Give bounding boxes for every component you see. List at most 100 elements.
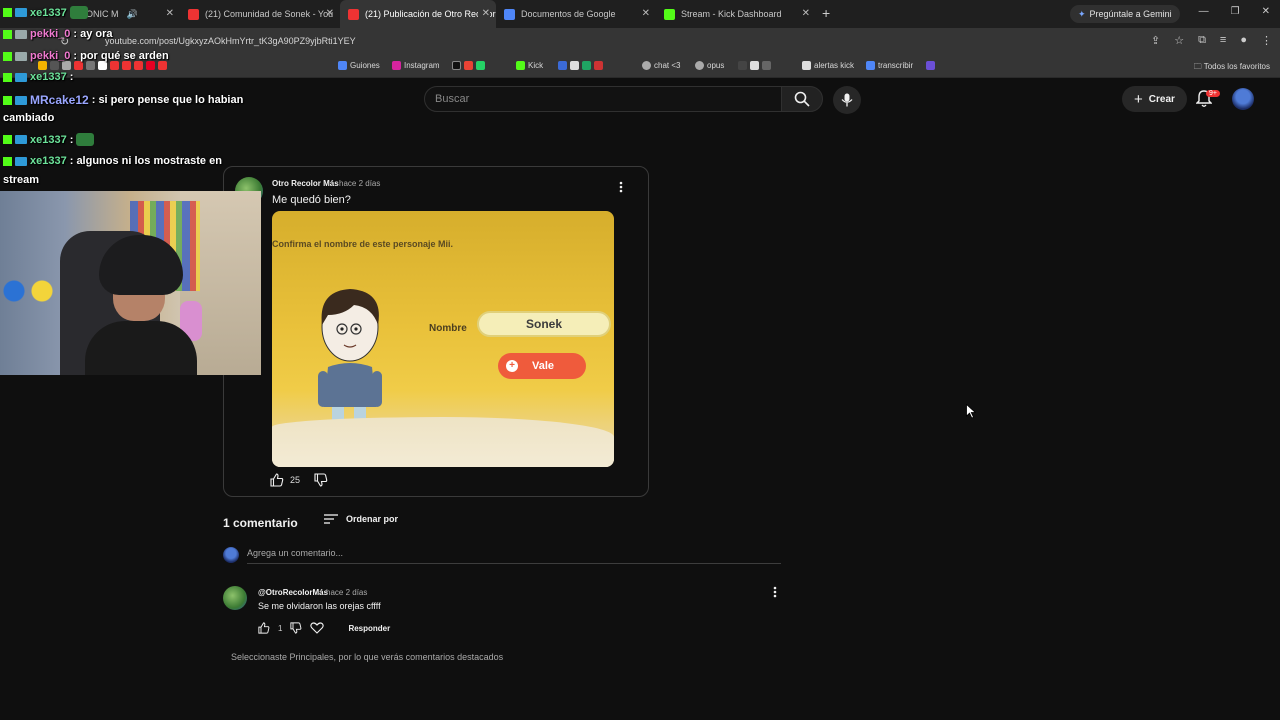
globe-icon [642,61,651,70]
url-field[interactable]: youtube.com/post/UgkxyzAOkHmYrtr_tK3gA90… [105,36,356,46]
thumbs-down-icon[interactable] [314,473,328,487]
profile-icon[interactable]: ● [1240,34,1247,47]
heart-icon[interactable] [310,622,325,634]
chat-emote-icon [69,6,88,19]
comment-actions: 1 Responder [258,622,390,634]
star-icon[interactable]: ☆ [1174,34,1184,47]
google-docs-icon [504,8,515,20]
post-image[interactable]: Confirma el nombre de este personaje Mii… [272,211,614,467]
bookmark-icons-group-4 [738,61,771,70]
all-bookmarks-button[interactable]: 🗀 Todos los favoritos [1194,61,1270,75]
window-controls: — ❐ ✕ [1199,6,1270,17]
comment-author-avatar[interactable] [223,586,247,610]
bookmark-icon[interactable] [558,61,567,70]
tab-google-docs[interactable]: Documentos de Google ✕ [496,0,656,28]
chat-message: xe1337 : algunos ni los mostraste en [3,155,222,167]
create-label: Crear [1148,93,1175,105]
chat-text: : si pero pense que lo habian [91,94,244,106]
thumbs-up-icon[interactable] [270,473,284,487]
comment-author[interactable]: @OtroRecolorMás [258,588,328,597]
account-avatar[interactable] [1232,88,1254,110]
thumbs-down-icon[interactable] [290,622,302,634]
bookmark-icon[interactable] [750,61,759,70]
chat-message: pekki_0 : por qué se arden [3,50,169,62]
post-time[interactable]: hace 2 días [339,179,380,188]
chat-text: : [69,71,74,83]
chat-badge-icon [15,156,27,166]
voice-search-button[interactable] [833,86,861,114]
post-text: Me quedó bien? [272,194,351,206]
tab-comunidad[interactable]: (21) Comunidad de Sonek - You ✕ [180,0,340,28]
bookmark-icon[interactable] [74,61,83,70]
bookmark-icon[interactable] [86,61,95,70]
bookmark-icon[interactable] [50,61,59,70]
close-icon[interactable]: ✕ [477,8,490,19]
chat-username: xe1337 [30,155,67,167]
bookmark-icon[interactable] [594,61,603,70]
more-options-icon[interactable] [619,181,623,193]
bookmark-icon[interactable] [110,61,119,70]
close-window-icon[interactable]: ✕ [1262,6,1270,17]
chat-emote-icon [76,133,95,146]
whatsapp-icon[interactable] [476,61,485,70]
close-icon[interactable]: ✕ [642,8,650,19]
tiktok-icon[interactable] [452,61,461,70]
bookmark-icons-group [38,61,167,70]
install-icon[interactable]: ⇪ [1151,34,1160,47]
more-options-icon[interactable] [773,586,777,598]
post-author[interactable]: Otro Recolor Más [272,179,339,188]
search-icon [794,91,810,107]
webcam-shirt [85,321,197,375]
reply-button[interactable]: Responder [348,624,390,633]
new-tab-button[interactable]: + [822,5,830,21]
chat-message: MRcake12 : si pero pense que lo habian [3,93,243,107]
add-comment-input[interactable]: Agrega un comentario... [247,548,781,564]
bookmark-kick[interactable]: Kick [516,61,543,70]
speaker-icon[interactable]: 🔊 [127,9,138,20]
create-button[interactable]: + Crear [1122,86,1187,112]
minimize-icon[interactable]: — [1199,6,1209,17]
restore-icon[interactable]: ❐ [1231,6,1240,17]
bookmark-icon[interactable] [738,61,747,70]
bookmark-icon[interactable] [38,61,47,70]
media-icon[interactable]: ≡ [1220,34,1226,47]
youtube-icon[interactable] [158,61,167,70]
bookmark-icon[interactable] [570,61,579,70]
bookmark-icon-r[interactable] [926,61,935,70]
comment-time[interactable]: hace 2 días [326,588,367,597]
sort-button[interactable]: Ordenar por [324,514,398,524]
search-button[interactable] [781,86,823,112]
menu-icon[interactable]: ⋮ [1261,34,1272,47]
kick-badge-icon [3,135,12,144]
gemini-button[interactable]: ✦ Pregúntale a Gemini [1070,5,1180,23]
bookmark-chat[interactable]: chat <3 [642,61,680,70]
search-input[interactable]: Buscar [424,86,782,112]
thumbs-up-icon[interactable] [258,622,270,634]
bookmark-guiones[interactable]: Guiones [338,61,380,70]
bookmark-icon[interactable] [762,61,771,70]
pinterest-icon[interactable] [146,61,155,70]
close-icon[interactable]: ✕ [326,8,334,19]
tab-kick-dashboard[interactable]: Stream - Kick Dashboard ✕ [656,0,816,28]
close-icon[interactable]: ✕ [166,8,174,19]
tab-title: (21) Comunidad de Sonek - You [205,9,334,19]
extensions-icon[interactable]: ⧉ [1198,34,1206,47]
tab-publicacion[interactable]: (21) Publicación de Otro Recolor ✕ [340,0,496,28]
sort-icon [324,514,338,524]
close-icon[interactable]: ✕ [802,8,810,19]
bookmark-transcribir[interactable]: transcribir [866,61,913,70]
bookmark-icon[interactable] [62,61,71,70]
chat-message: xe1337 : [3,71,73,83]
chat-text: : [69,133,74,146]
bookmark-icon[interactable] [98,61,107,70]
gmail-icon[interactable] [464,61,473,70]
bookmark-opus[interactable]: opus [695,61,724,70]
bookmark-icon[interactable] [134,61,143,70]
instagram-icon [392,61,401,70]
bookmark-icon[interactable] [122,61,131,70]
bookmark-instagram[interactable]: Instagram [392,61,440,70]
kick-badge-icon [3,72,12,82]
bookmark-alertas-kick[interactable]: alertas kick [802,61,854,70]
drive-icon[interactable] [582,61,591,70]
youtube-icon [348,8,359,20]
